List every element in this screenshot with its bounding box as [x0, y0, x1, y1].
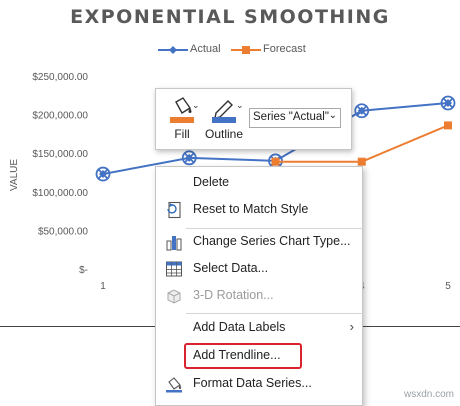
menu-item-label: Reset to Match Style — [193, 202, 309, 216]
watermark: wsxdn.com — [403, 389, 454, 400]
data-point-forecast — [271, 157, 280, 166]
menu-item-label: Change Series Chart Type... — [193, 234, 351, 248]
y-tick-label: $150,000.00 — [32, 149, 88, 160]
paint-bucket-icon — [166, 377, 182, 393]
menu-item-format-data-series[interactable]: Format Data Series... — [156, 371, 362, 397]
menu-item-reset-to-match-style[interactable]: Reset to Match Style — [156, 197, 362, 223]
menu-item-add-data-labels[interactable]: Add Data Labels › — [156, 315, 362, 341]
legend-marker-forecast — [231, 46, 261, 54]
x-tick-label: 5 — [445, 281, 451, 292]
cube-3d-icon — [167, 289, 181, 304]
data-point-forecast — [444, 121, 452, 130]
format-mini-toolbar: Fill ⌄ Outline ⌄ Series "Actual" ⌄ — [155, 88, 352, 150]
context-menu: Delete Reset to Match Style Change Serie… — [155, 166, 363, 406]
y-tick-label: $100,000.00 — [32, 188, 88, 199]
fill-dropdown-arrow-icon[interactable]: ⌄ — [192, 100, 200, 111]
y-axis-label: VALUE — [9, 159, 20, 191]
highlight-box-annotation — [184, 343, 302, 369]
series-select-dropdown[interactable]: Series "Actual" ⌄ — [249, 108, 341, 128]
data-point-forecast — [357, 157, 366, 166]
y-tick-label: $250,000.00 — [32, 72, 88, 83]
menu-item-label: Format Data Series... — [193, 376, 312, 390]
menu-item-label: Add Data Labels — [193, 320, 286, 334]
y-tick-label: $- — [79, 265, 88, 276]
menu-item-select-data[interactable]: Select Data... — [156, 256, 362, 282]
pen-outline-icon — [212, 100, 236, 123]
chevron-down-icon: ⌄ — [328, 110, 337, 121]
legend-label-forecast: Forecast — [263, 43, 306, 55]
table-data-icon — [166, 261, 182, 277]
menu-item-label: 3-D Rotation... — [193, 288, 274, 302]
outline-label: Outline — [204, 127, 244, 141]
x-tick-label: 1 — [100, 281, 106, 292]
menu-item-change-series-chart-type[interactable]: Change Series Chart Type... — [156, 229, 362, 255]
menu-separator — [186, 313, 362, 314]
y-tick-label: $50,000.00 — [38, 226, 88, 237]
series-select-value: Series "Actual" — [253, 111, 329, 123]
legend-marker-actual — [158, 46, 188, 54]
legend-label-actual: Actual — [190, 43, 221, 55]
bar-chart-icon — [166, 236, 182, 251]
menu-item-label: Delete — [193, 175, 230, 189]
menu-item-delete[interactable]: Delete — [156, 170, 362, 196]
reset-style-icon — [167, 201, 181, 219]
menu-item-3d-rotation: 3-D Rotation... — [156, 283, 362, 309]
chevron-right-icon: › — [349, 319, 354, 334]
fill-label: Fill — [174, 127, 190, 141]
y-tick-label: $200,000.00 — [32, 111, 88, 122]
chart-title: EXPONENTIAL SMOOTHING — [70, 6, 390, 28]
menu-item-label: Select Data... — [193, 261, 269, 275]
outline-dropdown-arrow-icon[interactable]: ⌄ — [236, 100, 244, 111]
